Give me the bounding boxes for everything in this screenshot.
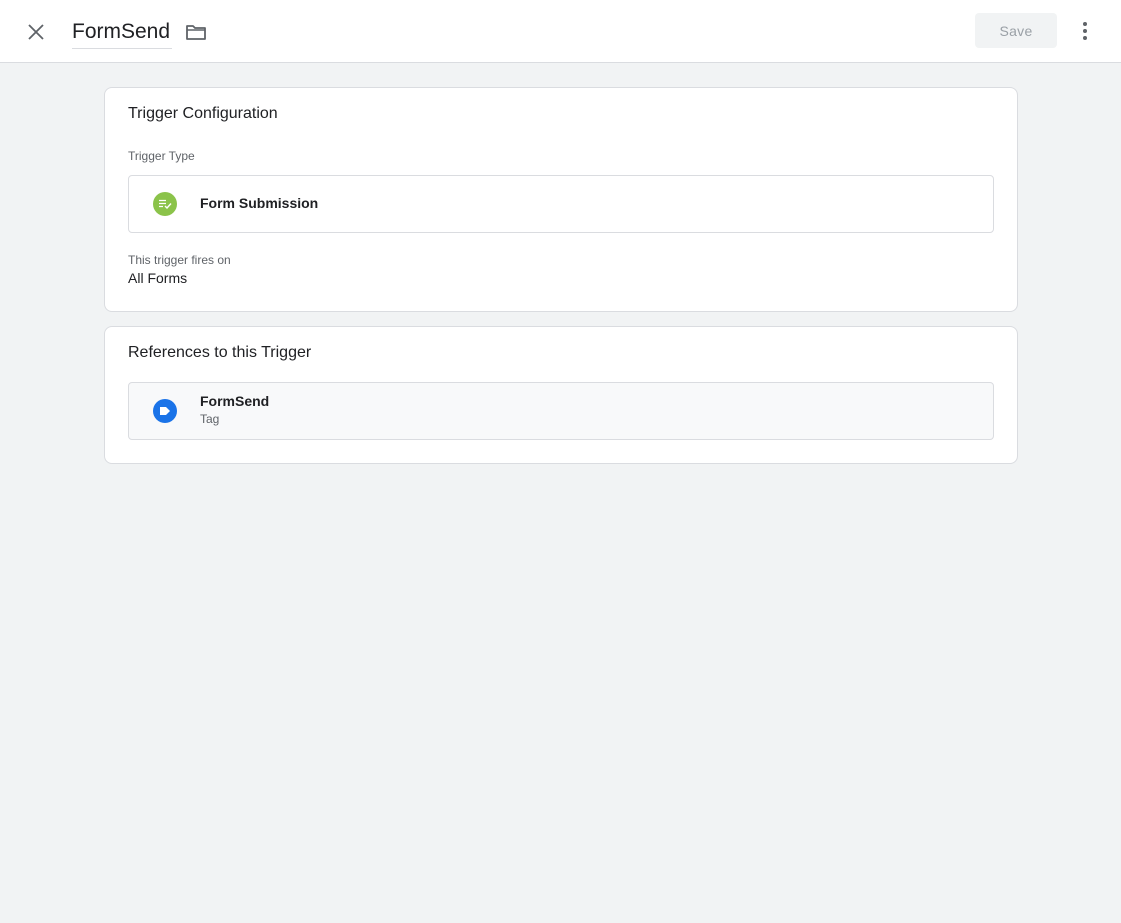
reference-name: FormSend <box>200 393 270 409</box>
trigger-name-input[interactable]: FormSend <box>72 17 172 49</box>
close-icon <box>28 24 44 40</box>
fires-on-label: This trigger fires on <box>128 253 231 267</box>
trigger-type-value: Form Submission <box>200 195 319 211</box>
trigger-type-selector[interactable]: Form Submission <box>128 175 994 233</box>
fires-on-value: All Forms <box>128 270 188 286</box>
card-title: References to this Trigger <box>128 344 312 361</box>
top-app-bar: FormSend Save <box>0 0 1121 63</box>
more-vert-icon <box>1083 22 1087 40</box>
form-submission-icon <box>153 192 177 216</box>
references-card: References to this Trigger FormSend Tag <box>104 326 1018 464</box>
reference-item[interactable]: FormSend Tag <box>128 382 994 440</box>
reference-type: Tag <box>200 412 220 426</box>
folder-icon <box>186 25 206 40</box>
trigger-type-label: Trigger Type <box>128 149 195 163</box>
tag-icon <box>153 399 177 423</box>
folder-button[interactable] <box>182 18 210 46</box>
close-button[interactable] <box>20 16 52 48</box>
trigger-configuration-card: Trigger Configuration Trigger Type Form … <box>104 87 1018 312</box>
card-title: Trigger Configuration <box>128 105 278 122</box>
more-options-button[interactable] <box>1072 16 1098 46</box>
save-button[interactable]: Save <box>975 13 1057 48</box>
